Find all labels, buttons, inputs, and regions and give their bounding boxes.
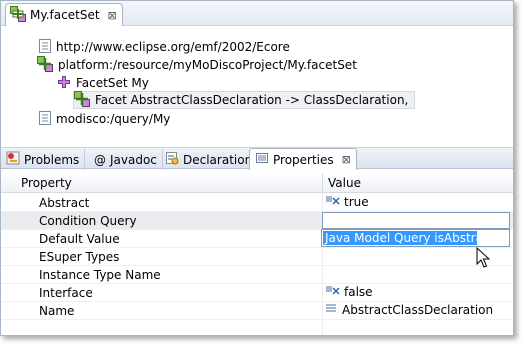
at-icon: @ [94, 152, 106, 167]
tree-item-facet-abstract-class[interactable]: Facet AbstractClassDeclaration -> ClassD… [73, 90, 416, 110]
property-value: AbstractClassDeclaration [325, 303, 493, 317]
tab-label: Declaration [183, 152, 253, 167]
table-row[interactable]: ESuper Types [1, 248, 513, 266]
properties-table: Property Value Abstract true Condition Q… [1, 170, 513, 335]
tree-item-modisco-query[interactable]: modisco:/query/My [39, 110, 170, 128]
resource-tree: http://www.eclipse.org/emf/2002/Ecore pl… [1, 27, 513, 145]
tree-item-label: FacetSet My [76, 76, 149, 90]
tree-item-ecore[interactable]: http://www.eclipse.org/emf/2002/Ecore [39, 38, 290, 56]
tab-properties[interactable]: Properties ⊠ [249, 148, 357, 170]
boolean-value-icon [325, 285, 341, 299]
resource-doc-icon [39, 110, 51, 128]
problems-icon [6, 151, 20, 168]
editor-tab-my-facetset[interactable]: My.facetSet ⊠ [5, 3, 123, 26]
editor-tab-bar: My.facetSet ⊠ [1, 1, 513, 26]
tab-label: Problems [24, 152, 80, 167]
condition-query-combo[interactable] [322, 212, 510, 229]
property-name: Name [39, 304, 75, 318]
tree-item-facetset-my[interactable]: FacetSet My [57, 74, 149, 92]
property-name: Condition Query [39, 214, 137, 228]
text-value-icon [325, 303, 339, 317]
column-header-property[interactable]: Property [21, 176, 72, 190]
tab-javadoc[interactable]: @ Javadoc [89, 149, 163, 170]
tab-label: Properties [273, 152, 334, 167]
property-value: false [325, 285, 373, 299]
table-row[interactable]: Name AbstractClassDeclaration [1, 302, 513, 320]
column-divider[interactable] [322, 173, 323, 193]
table-header: Property Value [1, 173, 513, 193]
boolean-value-icon [325, 195, 341, 209]
table-row[interactable]: Interface false [1, 284, 513, 302]
facet-icon [74, 90, 90, 110]
close-icon[interactable]: ⊠ [342, 153, 351, 166]
property-name: Abstract [39, 196, 90, 210]
tree-item-label: Facet AbstractClassDeclaration -> ClassD… [95, 93, 409, 107]
mouse-pointer-icon [476, 246, 491, 272]
declaration-icon [165, 151, 179, 168]
column-header-value[interactable]: Value [328, 176, 361, 190]
tree-item-platform-resource[interactable]: platform:/resource/myMoDiscoProject/My.f… [37, 55, 357, 75]
close-icon[interactable]: ⊠ [108, 9, 117, 22]
tab-problems[interactable]: Problems [1, 149, 86, 170]
property-name: ESuper Types [39, 250, 120, 264]
condition-query-dropdown[interactable]: Java Model Query isAbstract [321, 229, 510, 247]
property-name: Default Value [39, 232, 120, 246]
views-tab-bar: Problems @ Javadoc Declaration Propertie… [1, 147, 513, 170]
eclipse-window: My.facetSet ⊠ http://www.eclipse.org/emf… [0, 0, 514, 336]
resource-doc-icon [39, 38, 51, 56]
dropdown-option-java-model-query[interactable]: Java Model Query isAbstract [323, 231, 494, 245]
property-name: Instance Type Name [39, 268, 161, 282]
tree-item-label: platform:/resource/myMoDiscoProject/My.f… [58, 58, 357, 72]
properties-icon [255, 151, 269, 168]
property-value: true [325, 195, 369, 209]
tab-declaration[interactable]: Declaration [160, 149, 259, 170]
facetset-resource-icon [10, 5, 26, 25]
tree-item-label: http://www.eclipse.org/emf/2002/Ecore [56, 40, 290, 54]
facetset-icon [57, 75, 71, 92]
tree-item-label: modisco:/query/My [56, 112, 171, 126]
table-row[interactable]: Instance Type Name [1, 266, 513, 284]
editor-tab-label: My.facetSet [30, 8, 100, 22]
table-row[interactable]: Abstract true [1, 194, 513, 212]
facetset-resource-icon [37, 55, 53, 75]
property-name: Interface [39, 286, 93, 300]
tab-label: Javadoc [110, 152, 157, 167]
